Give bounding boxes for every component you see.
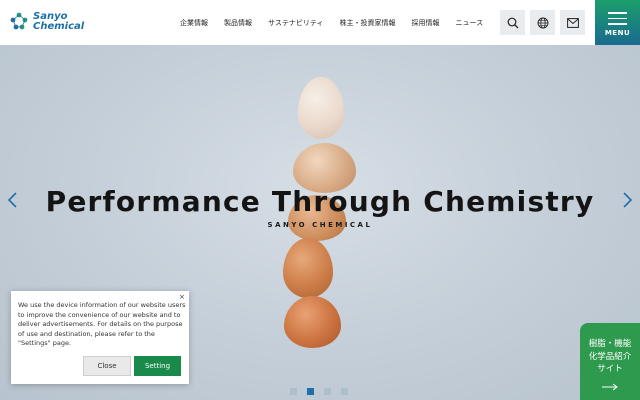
logo-text: Sanyo Chemical	[33, 12, 84, 32]
side-tab-line-3: サイト	[597, 364, 623, 374]
arrow-right-icon	[602, 383, 618, 391]
slide-dot-1[interactable]	[290, 388, 297, 395]
slide-dot-4[interactable]	[341, 388, 348, 395]
side-tab-line-2: 化学品紹介	[588, 351, 632, 362]
side-tab-label: 樹脂・機能 化学品紹介 サイト	[580, 338, 640, 376]
nav-item-company[interactable]: 企業情報	[180, 18, 208, 28]
cookie-close-icon[interactable]: ×	[179, 293, 185, 301]
menu-button[interactable]: MENU	[595, 0, 640, 45]
logo-line-2: Chemical	[33, 21, 85, 32]
nav-item-recruit[interactable]: 採用情報	[411, 18, 439, 28]
slide-dot-3[interactable]	[324, 388, 331, 395]
globe-icon	[537, 17, 548, 28]
mail-icon	[566, 17, 579, 28]
slider-pagination	[290, 388, 358, 395]
contact-button[interactable]	[560, 10, 585, 35]
hamburger-icon	[608, 12, 627, 29]
nav-item-news[interactable]: ニュース	[455, 18, 483, 28]
cookie-message: We use the device information of our web…	[18, 301, 186, 347]
side-tab-line-1: 樹脂・機能	[588, 339, 632, 349]
nav-item-investors[interactable]: 株主・投資家情報	[339, 18, 395, 28]
slide-dot-2[interactable]	[307, 388, 314, 395]
hero-subtitle: SANYO CHEMICAL	[267, 221, 373, 229]
previous-slide-arrow-icon[interactable]	[5, 190, 19, 210]
cookie-setting-button[interactable]: Setting	[134, 356, 181, 376]
resin-chemicals-site-link[interactable]: 樹脂・機能 化学品紹介 サイト	[580, 323, 640, 400]
hero-title: Performance Through Chemistry	[45, 185, 595, 218]
menu-label: MENU	[604, 29, 631, 37]
next-slide-arrow-icon[interactable]	[621, 190, 635, 210]
search-button[interactable]	[500, 10, 525, 35]
language-button[interactable]	[530, 10, 555, 35]
search-icon	[507, 17, 518, 28]
cookie-consent-dialog: × We use the device information of our w…	[11, 291, 189, 384]
nav-item-products[interactable]: 製品情報	[224, 18, 252, 28]
nav-item-sustainability[interactable]: サステナビリティ	[268, 18, 323, 28]
main-nav: 企業情報 製品情報 サステナビリティ 株主・投資家情報 採用情報 ニュース	[180, 0, 483, 45]
cookie-close-button[interactable]: Close	[83, 356, 131, 376]
logo-mark-icon	[10, 12, 28, 30]
site-header: Sanyo Chemical 企業情報 製品情報 サステナビリティ 株主・投資家…	[0, 0, 640, 45]
logo[interactable]: Sanyo Chemical	[9, 10, 84, 34]
